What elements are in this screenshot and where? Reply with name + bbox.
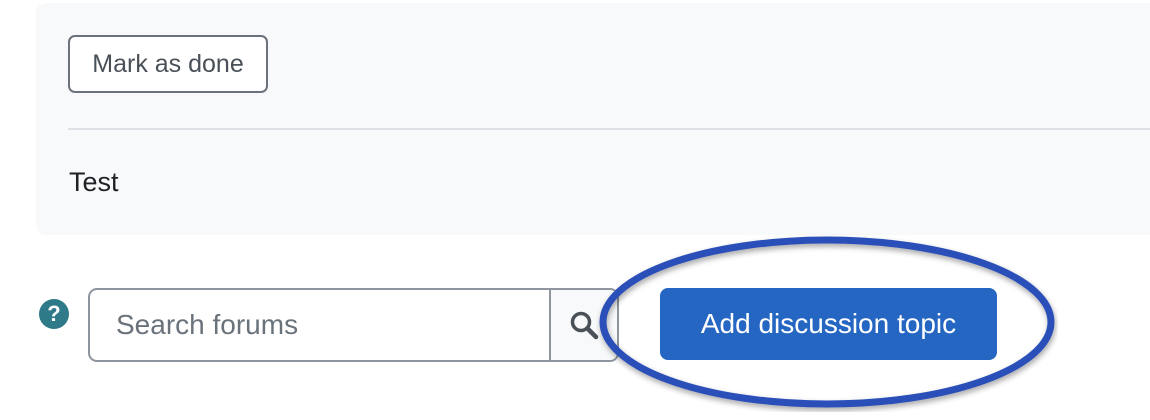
search-forums-input[interactable] (90, 290, 549, 360)
magnifier-icon (570, 311, 599, 340)
mark-as-done-button[interactable]: Mark as done (68, 35, 268, 93)
question-circle-icon[interactable]: ? (39, 299, 69, 329)
add-discussion-topic-button[interactable]: Add discussion topic (660, 288, 997, 360)
card-divider (68, 128, 1150, 130)
search-forums-group (88, 288, 619, 362)
forum-page: Mark as done Test ? Add discussion topic (0, 0, 1150, 420)
help-glyph: ? (47, 301, 61, 326)
activity-card: Mark as done Test (36, 3, 1150, 235)
search-submit-button[interactable] (549, 290, 617, 360)
activity-description: Test (69, 167, 119, 197)
